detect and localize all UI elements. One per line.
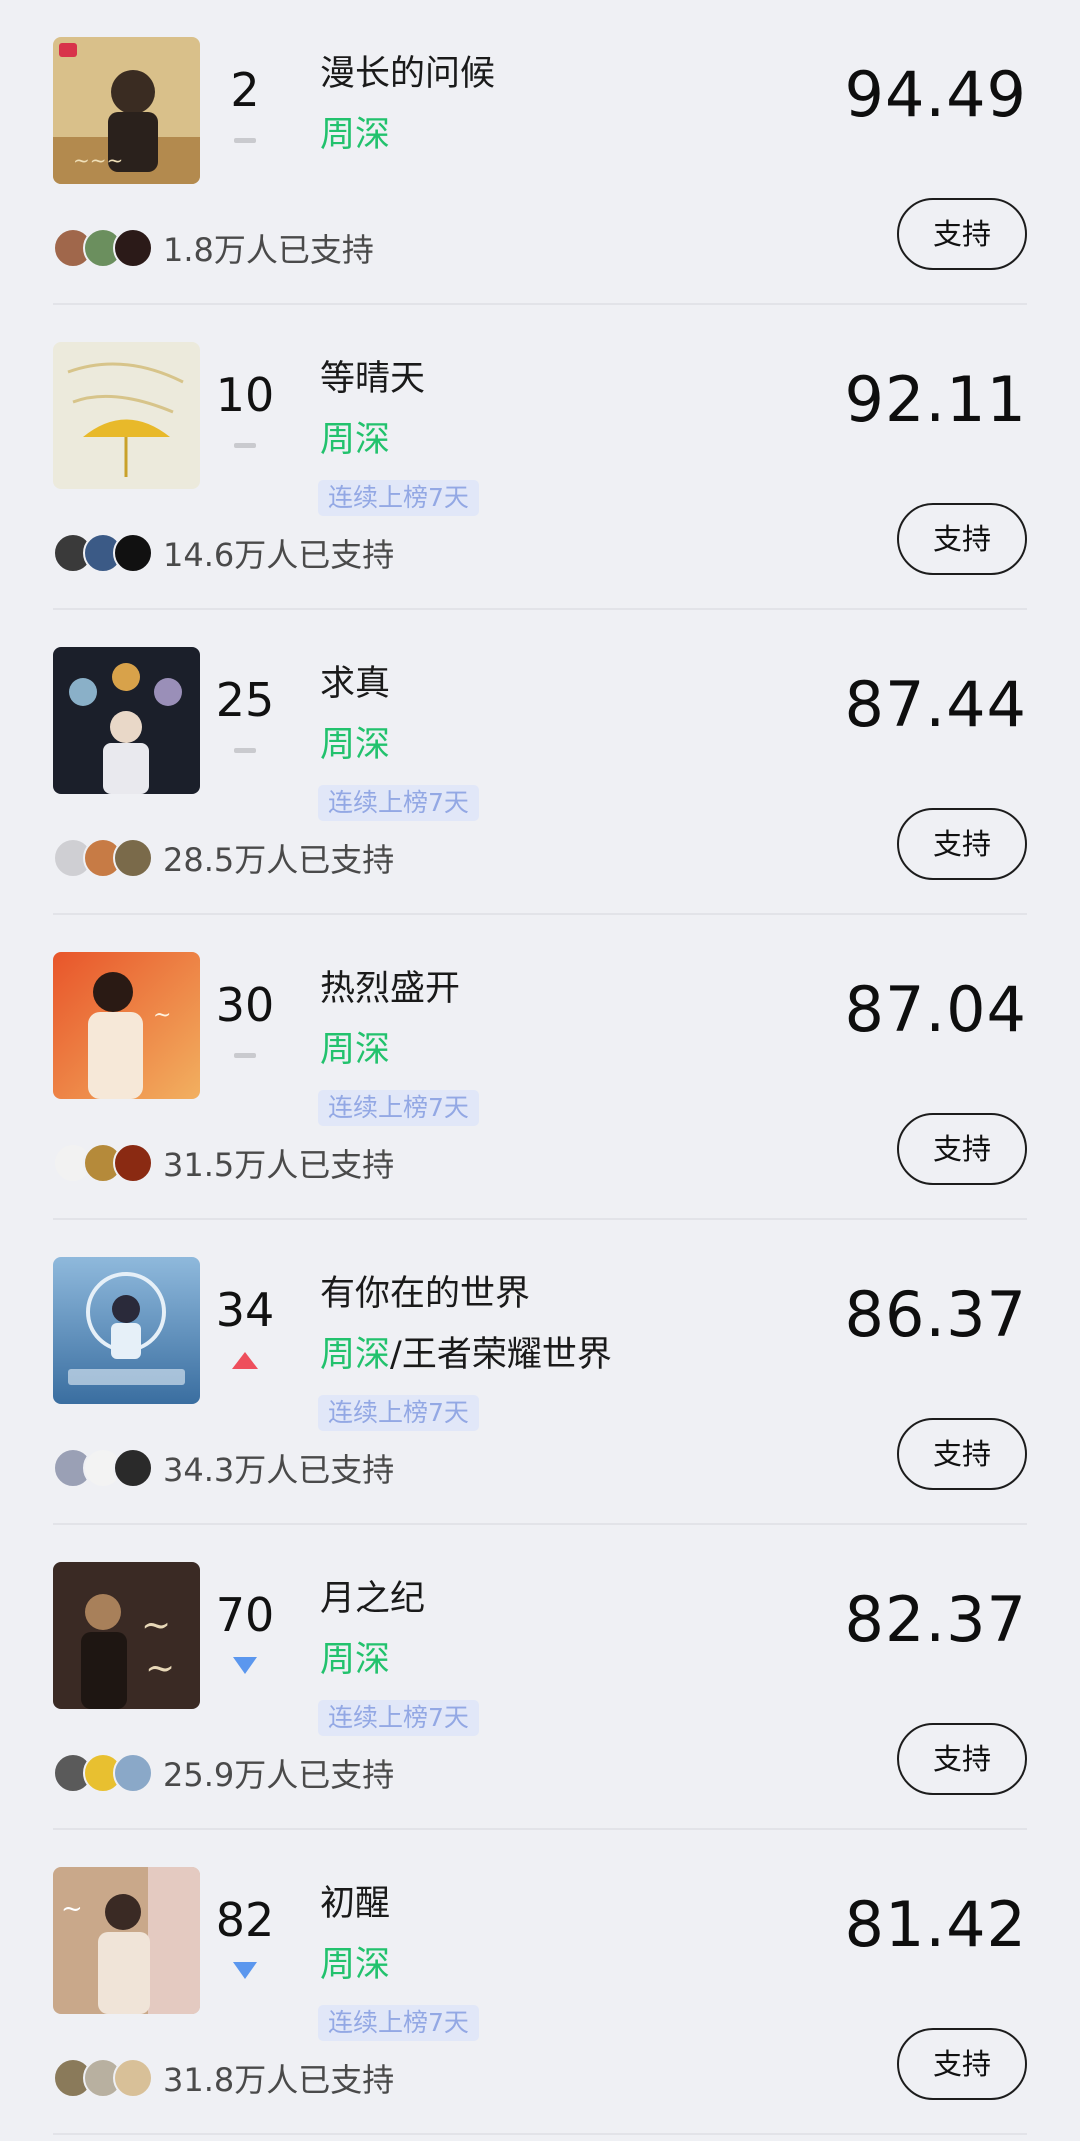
supporter-count: 31.8万人已支持 xyxy=(163,2061,395,2099)
album-cover[interactable]: ~ xyxy=(53,952,200,1099)
supporter-avatars xyxy=(53,1753,153,1793)
artist-link[interactable]: 周深 xyxy=(320,725,390,765)
svg-text:~: ~ xyxy=(141,1605,171,1646)
artist-line: 周深 xyxy=(320,721,390,769)
support-button[interactable]: 支持 xyxy=(897,1723,1027,1795)
supporter-count: 34.3万人已支持 xyxy=(163,1451,395,1489)
divider xyxy=(53,2133,1027,2135)
rank-number: 82 xyxy=(215,1893,275,1947)
score-value: 86.37 xyxy=(844,1278,1027,1351)
album-cover[interactable] xyxy=(53,1257,200,1404)
avatar xyxy=(113,228,153,268)
rank-down-icon xyxy=(233,1656,257,1674)
support-button[interactable]: 支持 xyxy=(897,503,1027,575)
avatar xyxy=(113,1143,153,1183)
artist-line: 周深 xyxy=(320,111,390,159)
artist-link[interactable]: 周深 xyxy=(320,1335,390,1375)
support-button[interactable]: 支持 xyxy=(897,2028,1027,2100)
album-cover[interactable] xyxy=(53,342,200,489)
chart-entry[interactable]: ~ ~ 70 月之纪 周深 连续上榜7天 82.37 25.9万人已支持 支持 xyxy=(0,1525,1080,1830)
artist-separator: / xyxy=(390,1335,402,1375)
artist-link[interactable]: 周深 xyxy=(320,1030,390,1070)
song-title[interactable]: 月之纪 xyxy=(320,1575,425,1623)
artist-link[interactable]: 王者荣耀世界 xyxy=(402,1335,612,1375)
rank-unchanged-icon xyxy=(233,132,257,148)
song-title[interactable]: 求真 xyxy=(320,660,390,708)
supporter-count: 28.5万人已支持 xyxy=(163,841,395,879)
supporter-avatars xyxy=(53,838,153,878)
chart-entry[interactable]: 34 有你在的世界 周深/王者荣耀世界 连续上榜7天 86.37 34.3万人已… xyxy=(0,1220,1080,1525)
album-cover[interactable] xyxy=(53,647,200,794)
song-title[interactable]: 有你在的世界 xyxy=(320,1270,530,1318)
supporter-avatars xyxy=(53,2058,153,2098)
support-button[interactable]: 支持 xyxy=(897,198,1027,270)
artist-line: 周深 xyxy=(320,416,390,464)
support-button[interactable]: 支持 xyxy=(897,1418,1027,1490)
streak-badge: 连续上榜7天 xyxy=(318,785,479,821)
album-cover[interactable]: ~~~ xyxy=(53,37,200,184)
song-title[interactable]: 热烈盛开 xyxy=(320,965,460,1013)
chart-entry[interactable]: 25 求真 周深 连续上榜7天 87.44 28.5万人已支持 支持 xyxy=(0,610,1080,915)
rank-number: 34 xyxy=(215,1283,275,1337)
support-button[interactable]: 支持 xyxy=(897,1113,1027,1185)
supporter-avatars xyxy=(53,1448,153,1488)
chart-entry[interactable]: ~ 30 热烈盛开 周深 连续上榜7天 87.04 31.5万人已支持 支持 xyxy=(0,915,1080,1220)
supporter-count: 31.5万人已支持 xyxy=(163,1146,395,1184)
score-value: 82.37 xyxy=(844,1583,1027,1656)
album-cover[interactable]: ~ ~ xyxy=(53,1562,200,1709)
streak-badge: 连续上榜7天 xyxy=(318,1395,479,1431)
artist-line: 周深 xyxy=(320,1026,390,1074)
support-button[interactable]: 支持 xyxy=(897,808,1027,880)
artist-link[interactable]: 周深 xyxy=(320,420,390,460)
album-cover[interactable]: ~ xyxy=(53,1867,200,2014)
svg-text:~: ~ xyxy=(61,1894,83,1924)
artist-link[interactable]: 周深 xyxy=(320,1945,390,1985)
score-value: 92.11 xyxy=(844,363,1027,436)
avatar xyxy=(113,533,153,573)
streak-badge: 连续上榜7天 xyxy=(318,1700,479,1736)
song-title[interactable]: 漫长的问候 xyxy=(320,50,495,98)
chart-entry[interactable]: 10 等晴天 周深 连续上榜7天 92.11 14.6万人已支持 支持 xyxy=(0,305,1080,610)
score-value: 81.42 xyxy=(844,1888,1027,1961)
rank-number: 30 xyxy=(215,978,275,1032)
rank-unchanged-icon xyxy=(233,437,257,453)
streak-badge: 连续上榜7天 xyxy=(318,1090,479,1126)
score-value: 87.44 xyxy=(844,668,1027,741)
chart-entry[interactable]: ~ 82 初醒 周深 连续上榜7天 81.42 31.8万人已支持 支持 xyxy=(0,1830,1080,2135)
avatar xyxy=(113,1448,153,1488)
supporter-avatars xyxy=(53,1143,153,1183)
artist-link[interactable]: 周深 xyxy=(320,115,390,155)
avatar xyxy=(113,2058,153,2098)
rank-number: 25 xyxy=(215,673,275,727)
chart-entry[interactable]: ~~~ 2 漫长的问候 周深 94.49 1.8万人已支持 支持 xyxy=(0,0,1080,305)
svg-text:~~~: ~~~ xyxy=(73,148,123,172)
artist-line: 周深 xyxy=(320,1636,390,1684)
rank-unchanged-icon xyxy=(233,1047,257,1063)
supporter-count: 1.8万人已支持 xyxy=(163,231,374,269)
supporter-count: 25.9万人已支持 xyxy=(163,1756,395,1794)
svg-text:~: ~ xyxy=(153,1003,171,1028)
svg-text:~: ~ xyxy=(145,1648,175,1689)
streak-badge: 连续上榜7天 xyxy=(318,480,479,516)
artist-line: 周深/王者荣耀世界 xyxy=(320,1331,612,1379)
song-title[interactable]: 等晴天 xyxy=(320,355,425,403)
rank-down-icon xyxy=(233,1961,257,1979)
supporter-avatars xyxy=(53,228,153,268)
score-value: 94.49 xyxy=(844,58,1027,131)
rank-number: 2 xyxy=(230,63,260,117)
rank-number: 10 xyxy=(215,368,275,422)
artist-line: 周深 xyxy=(320,1941,390,1989)
supporter-count: 14.6万人已支持 xyxy=(163,536,395,574)
artist-link[interactable]: 周深 xyxy=(320,1640,390,1680)
score-value: 87.04 xyxy=(844,973,1027,1046)
song-title[interactable]: 初醒 xyxy=(320,1880,390,1928)
avatar xyxy=(113,838,153,878)
rank-number: 70 xyxy=(215,1588,275,1642)
rank-up-icon xyxy=(232,1351,258,1369)
rank-unchanged-icon xyxy=(233,742,257,758)
avatar xyxy=(113,1753,153,1793)
supporter-avatars xyxy=(53,533,153,573)
streak-badge: 连续上榜7天 xyxy=(318,2005,479,2041)
